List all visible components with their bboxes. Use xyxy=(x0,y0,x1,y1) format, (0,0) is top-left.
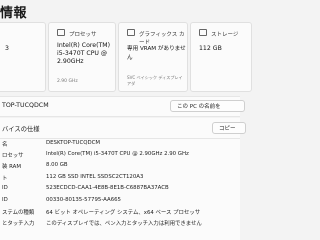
card-memory: 3 xyxy=(0,22,46,92)
device-spec-header[interactable]: バイスの仕様 コピー xyxy=(0,118,246,139)
card-storage: ストレージ 112 GB xyxy=(190,22,252,92)
rename-pc-button[interactable]: この PC の名前を xyxy=(170,100,245,112)
page-title: 情報 xyxy=(0,6,28,21)
spec-value: 00330-80135-57795-AA665 xyxy=(46,197,121,203)
card-processor-label: プロセッサ xyxy=(69,32,97,38)
spec-value: このディスプレイでは、ペン入力とタッチ入力は利用できません xyxy=(46,221,202,227)
spec-row: ロセッサ Intel(R) Core(TM) i5-3470T CPU @ 2.… xyxy=(0,150,240,160)
card-storage-value: 112 GB xyxy=(199,45,222,52)
card-processor-value-line3: 2.90GHz xyxy=(57,58,84,65)
device-spec-list: 名 DESKTOP-TUCQDCM ロセッサ Intel(R) Core(TM)… xyxy=(0,139,240,240)
spec-value: 8.00 GB xyxy=(46,162,68,168)
card-graphics-adapter: SVC ベイシック ディスプレイ アダ xyxy=(127,75,183,86)
copy-button[interactable]: コピー xyxy=(212,122,246,134)
spec-key: とタッチ入力 xyxy=(2,221,35,227)
spec-row: ID 523ECDCD-CAA1-4E8B-8E1B-C6887BA37ACB xyxy=(0,184,240,194)
spec-key: ID xyxy=(2,185,8,191)
spec-value: 64 ビット オペレーティング システム、x64 ベース プロセッサ xyxy=(46,210,201,216)
spec-key: ステムの種類 xyxy=(2,210,35,216)
card-graphics-label: グラフィックス カード xyxy=(139,32,185,46)
device-spec-title: バイスの仕様 xyxy=(2,126,40,133)
card-processor-speed: 2.90 GHz xyxy=(57,79,78,84)
spec-key: 装 RAM xyxy=(2,164,21,170)
spec-row: とタッチ入力 このディスプレイでは、ペン入力とタッチ入力は利用できません xyxy=(0,218,240,228)
spec-value: 523ECDCD-CAA1-4E8B-8E1B-C6887BA37ACB xyxy=(46,185,169,191)
summary-cards: 3 プロセッサ Intel(R) Core(TM) i5-3470T CPU @… xyxy=(0,22,252,94)
spec-value: Intel(R) Core(TM) i5-3470T CPU @ 2.90GHz… xyxy=(46,151,189,157)
spec-key: ト xyxy=(2,176,8,182)
spec-row: ト 112 GB SSD INTEL SSDSC2CT120A3 xyxy=(0,173,240,183)
spec-row: ステムの種類 64 ビット オペレーティング システム、x64 ベース プロセッ… xyxy=(0,207,240,217)
spec-key: ロセッサ xyxy=(2,153,24,159)
card-graphics: グラフィックス カード 専用 VRAM がありません SVC ベイシック ディス… xyxy=(118,22,188,92)
card-processor: プロセッサ Intel(R) Core(TM) i5-3470T CPU @ 2… xyxy=(48,22,116,92)
spec-value: 112 GB SSD INTEL SSDSC2CT120A3 xyxy=(46,174,144,180)
card-memory-value: 3 xyxy=(5,45,9,52)
device-name-row: TOP-TUCQDCM この PC の名前を xyxy=(0,96,245,117)
spec-row: 装 RAM 8.00 GB xyxy=(0,161,240,171)
spec-row: 名 DESKTOP-TUCQDCM xyxy=(0,139,240,149)
card-storage-label: ストレージ xyxy=(211,32,239,38)
processor-icon xyxy=(57,29,65,36)
spec-key: 名 xyxy=(2,142,8,148)
spec-key: ID xyxy=(2,197,8,203)
device-name: TOP-TUCQDCM xyxy=(2,102,49,109)
spec-row: ID 00330-80135-57795-AA665 xyxy=(0,196,240,206)
graphics-card-icon xyxy=(127,29,135,36)
card-graphics-value: 専用 VRAM がありません xyxy=(127,46,186,61)
storage-icon xyxy=(199,29,207,36)
spec-value: DESKTOP-TUCQDCM xyxy=(46,140,101,146)
